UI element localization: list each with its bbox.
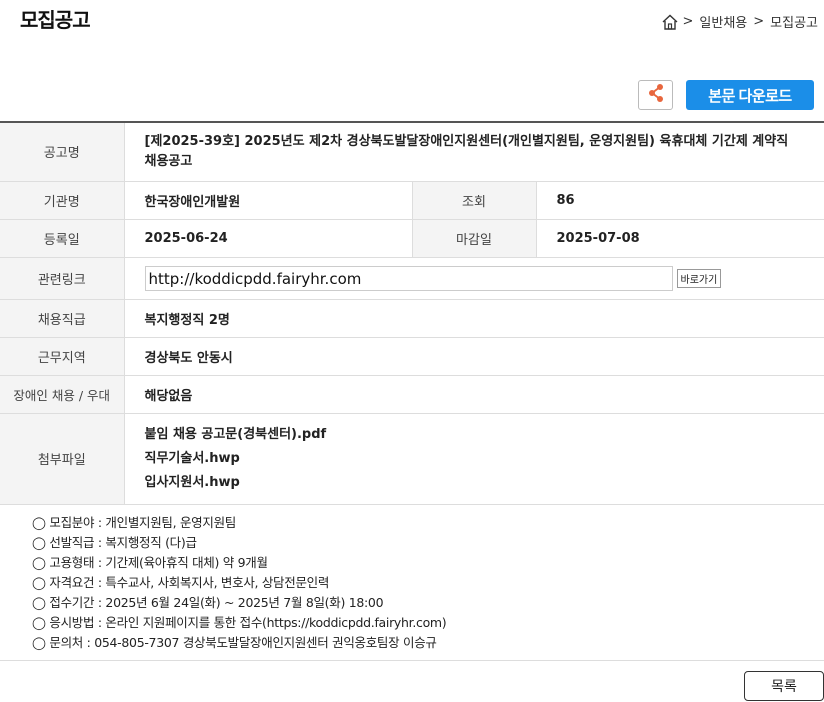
disability-value: 해당없음 <box>124 375 824 414</box>
attachment-link[interactable]: 입사지원서.hwp <box>145 471 824 495</box>
list-button[interactable]: 목록 <box>744 671 824 701</box>
table-row: 관련링크 http://koddicpdd.fairyhr.com 바로가기 <box>0 257 824 300</box>
notice-item: ◯ 선발직급 : 복지행정직 (다)급 <box>32 535 197 550</box>
home-icon[interactable] <box>661 13 679 31</box>
org-value: 한국장애인개발원 <box>124 181 413 220</box>
related-link-field[interactable]: http://koddicpdd.fairyhr.com <box>144 265 673 291</box>
notice-item: ◯ 응시방법 : 온라인 지원페이지를 통한 접수(https://koddic… <box>32 615 447 630</box>
breadcrumb: > 일반채용 > 모집공고 <box>661 12 824 31</box>
notice-item: ◯ 모집분야 : 개인별지원팀, 운영지원팀 <box>32 515 236 530</box>
breadcrumb-item-general[interactable]: 일반채용 <box>699 12 747 31</box>
deadline-value: 2025-07-08 <box>536 219 824 258</box>
disability-label: 장애인 채용 / 우대 <box>0 375 125 414</box>
breadcrumb-separator: > <box>753 14 765 29</box>
breadcrumb-separator: > <box>682 14 694 29</box>
download-body-button[interactable]: 본문 다운로드 <box>686 80 814 110</box>
link-cell: http://koddicpdd.fairyhr.com 바로가기 <box>124 257 824 300</box>
title-label: 공고명 <box>0 122 125 182</box>
table-row: 첨부파일 붙임 채용 공고문(경북센터).pdf 직무기술서.hwp 입사지원서… <box>0 413 824 505</box>
notice-summary: ◯ 모집분야 : 개인별지원팀, 운영지원팀 ◯ 선발직급 : 복지행정직 (다… <box>32 513 447 653</box>
notice-item: ◯ 고용형태 : 기간제(육아휴직 대체) 약 9개월 <box>32 555 268 570</box>
region-label: 근무지역 <box>0 337 125 376</box>
views-value: 86 <box>536 181 824 220</box>
table-row: 기관명 한국장애인개발원 조회 86 <box>0 181 824 220</box>
breadcrumb-item-current[interactable]: 모집공고 <box>770 12 818 31</box>
share-button[interactable] <box>638 80 673 110</box>
notice-item: ◯ 접수기간 : 2025년 6월 24일(화) ~ 2025년 7월 8일(화… <box>32 595 384 610</box>
table-row: 장애인 채용 / 우대 해당없음 <box>0 375 824 414</box>
attachment-link[interactable]: 붙임 채용 공고문(경북센터).pdf <box>145 423 824 447</box>
notice-item: ◯ 문의처 : 054-805-7307 경상북도발달장애인지원센터 권익옹호팀… <box>32 635 437 650</box>
region-value: 경상북도 안동시 <box>124 337 824 376</box>
divider <box>0 660 824 661</box>
title-value: [제2025-39호] 2025년도 제2차 경상북도발달장애인지원센터(개인별… <box>124 122 824 182</box>
go-link-button[interactable]: 바로가기 <box>676 268 722 288</box>
attachment-link[interactable]: 직무기술서.hwp <box>145 447 824 471</box>
reg-date-value: 2025-06-24 <box>124 219 413 258</box>
position-label: 채용직급 <box>0 299 125 338</box>
table-row: 공고명 [제2025-39호] 2025년도 제2차 경상북도발달장애인지원센터… <box>0 122 824 182</box>
deadline-label: 마감일 <box>412 219 537 258</box>
notice-item: ◯ 자격요건 : 특수교사, 사회복지사, 변호사, 상담전문인력 <box>32 575 330 590</box>
views-label: 조회 <box>412 181 537 220</box>
reg-date-label: 등록일 <box>0 219 125 258</box>
attachment-list: 붙임 채용 공고문(경북센터).pdf 직무기술서.hwp 입사지원서.hwp <box>124 413 824 505</box>
table-row: 근무지역 경상북도 안동시 <box>0 337 824 376</box>
table-row: 채용직급 복지행정직 2명 <box>0 299 824 338</box>
page-title: 모집공고 <box>20 8 91 32</box>
position-value: 복지행정직 2명 <box>124 299 824 338</box>
share-icon <box>647 83 665 107</box>
files-label: 첨부파일 <box>0 413 125 505</box>
org-label: 기관명 <box>0 181 125 220</box>
table-row: 등록일 2025-06-24 마감일 2025-07-08 <box>0 219 824 258</box>
job-info-table: 공고명 [제2025-39호] 2025년도 제2차 경상북도발달장애인지원센터… <box>0 121 824 505</box>
link-label: 관련링크 <box>0 257 125 300</box>
